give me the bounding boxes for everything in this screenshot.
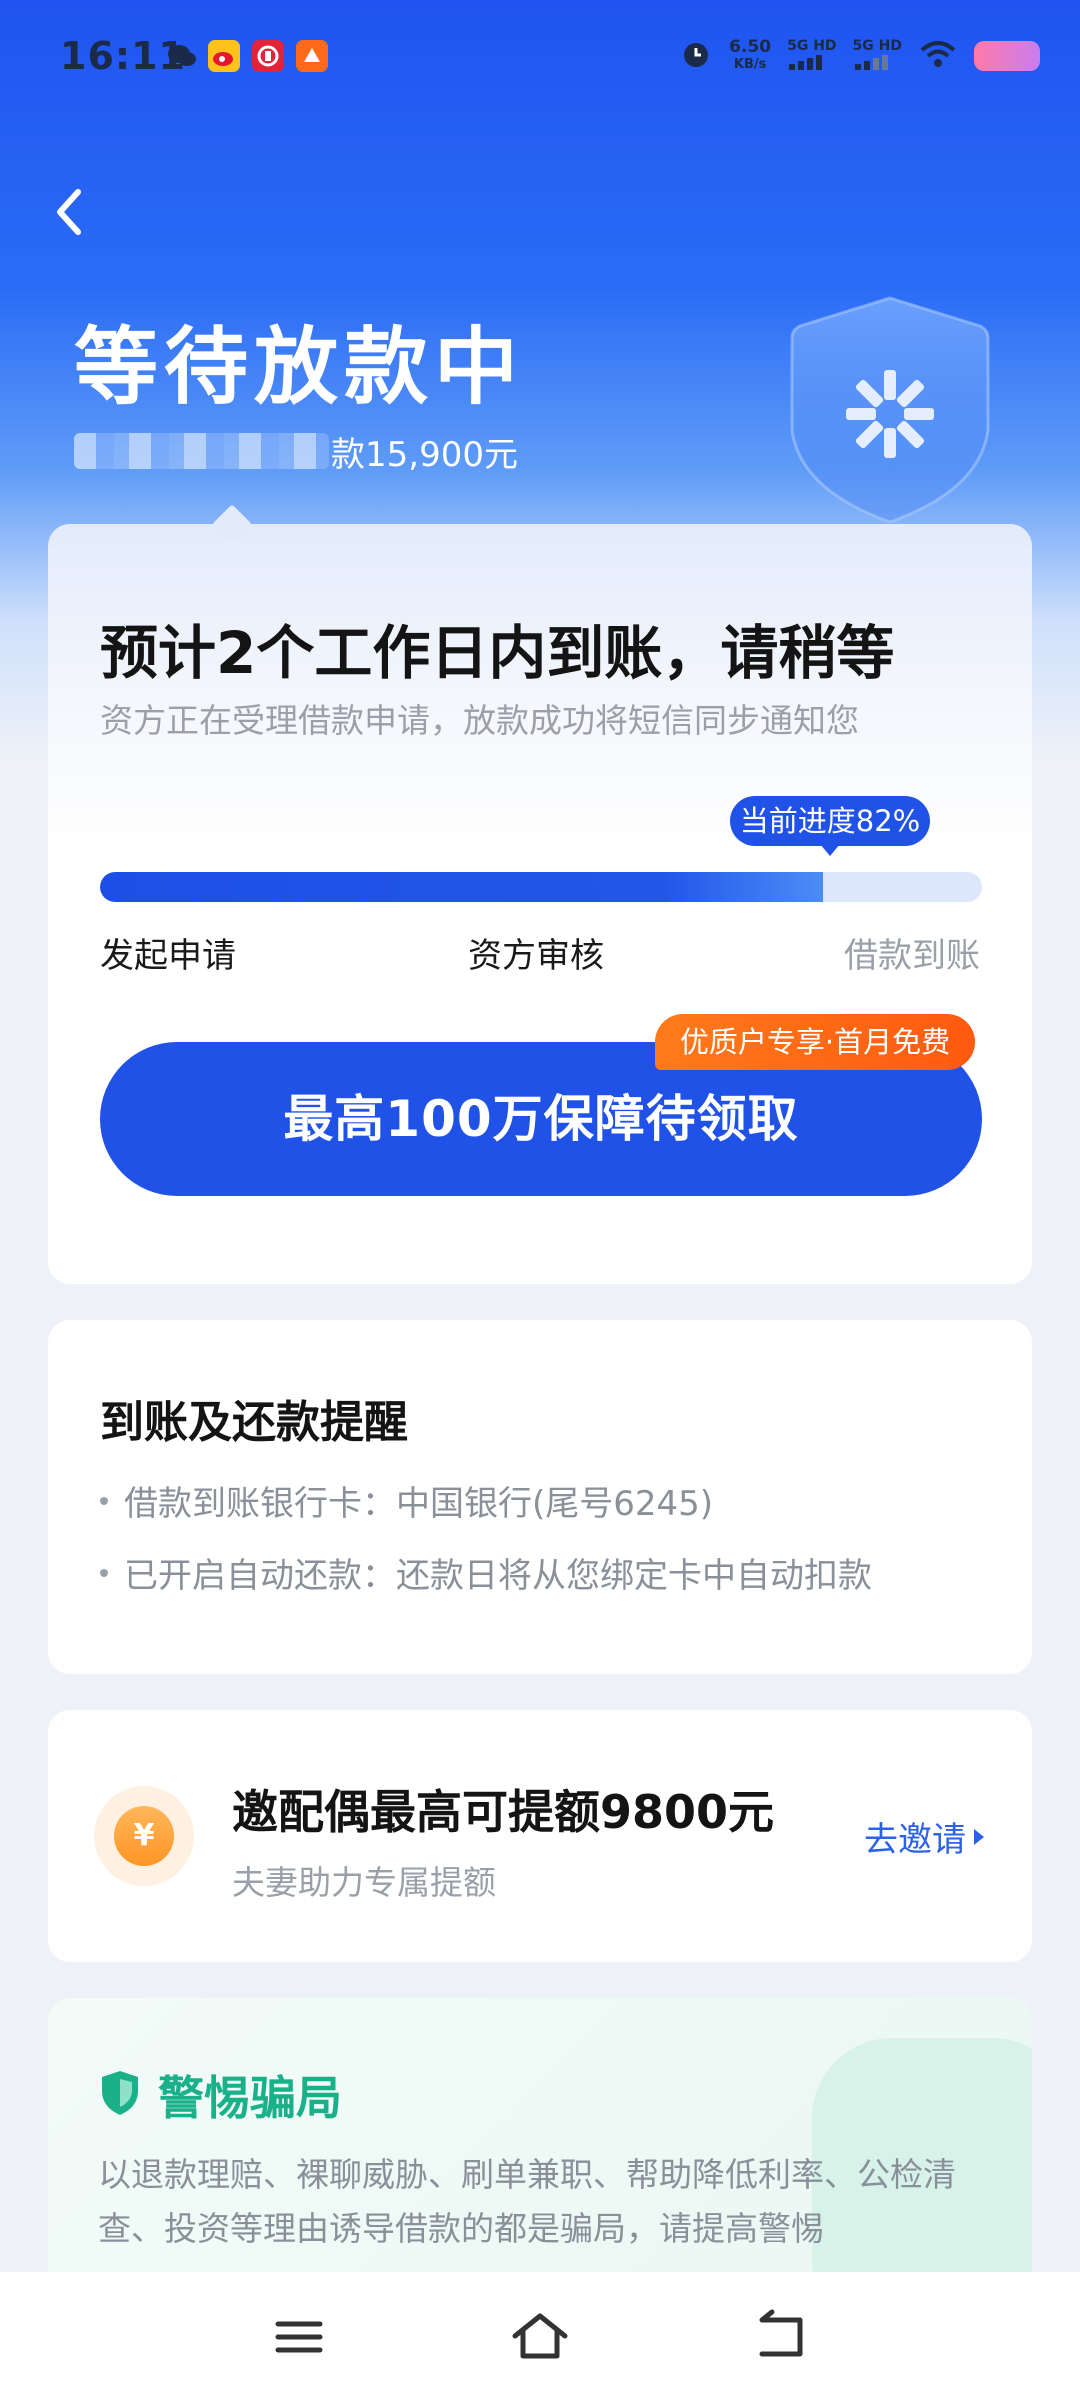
- menu-icon: [275, 2321, 323, 2353]
- home-icon: [512, 2313, 568, 2359]
- status-icons: 6.50 KB/s 5G HD 5G HD: [679, 36, 1040, 76]
- alarm-icon: [679, 37, 713, 75]
- recent-apps-button[interactable]: [264, 2302, 334, 2372]
- wifi-icon: [918, 38, 958, 74]
- reminder-auto-repay: 已开启自动还款：还款日将从您绑定卡中自动扣款: [100, 1548, 872, 1597]
- status-bar: 16:11 6.50 KB/s 5G HD 5G HD: [0, 0, 1080, 110]
- progress-track: [100, 872, 982, 902]
- shield-check-icon: [98, 2069, 142, 2121]
- return-icon: [759, 2309, 803, 2357]
- triangle-right-icon: [974, 1828, 984, 1845]
- eta-subtitle: 资方正在受理借款申请，放款成功将短信同步通知您: [100, 701, 859, 740]
- back-nav-button[interactable]: [746, 2302, 816, 2372]
- progress-badge: 当前进度82%: [730, 796, 930, 856]
- invite-subtitle: 夫妻助力专属提额: [232, 1863, 496, 1902]
- sim1-signal: 5G HD: [787, 38, 837, 74]
- weibo-icon: [208, 40, 240, 72]
- sim2-signal: 5G HD: [853, 38, 902, 74]
- loan-status-card: 预计2个工作日内到账，请稍等 资方正在受理借款申请，放款成功将短信同步通知您 当…: [48, 504, 1032, 1284]
- page-title: 等待放款中: [74, 318, 525, 416]
- invite-title: 邀配偶最高可提额9800元: [232, 1785, 775, 1839]
- invite-link-label: 去邀请: [864, 1820, 966, 1860]
- reminder-card: 到账及还款提醒 借款到账银行卡：中国银行(尾号6245) 已开启自动还款：还款日…: [48, 1320, 1032, 1674]
- progress-fill: [100, 872, 824, 902]
- step-review: 资方审核: [468, 936, 604, 976]
- eta-title: 预计2个工作日内到账，请稍等: [100, 619, 895, 687]
- step-apply: 发起申请: [100, 936, 236, 976]
- shopping-app-icon: [296, 40, 328, 72]
- invite-link[interactable]: 去邀请: [864, 1812, 984, 1861]
- step-disbursed: 借款到账: [844, 936, 980, 976]
- network-speed: 6.50 KB/s: [729, 37, 772, 72]
- reminder-bank-card: 借款到账银行卡：中国银行(尾号6245): [100, 1476, 713, 1525]
- bank-app-icon: [252, 40, 284, 72]
- shield-logo-icon: [780, 290, 1000, 530]
- home-button[interactable]: [505, 2302, 575, 2372]
- system-nav-bar: [0, 2272, 1080, 2400]
- fraud-text: 以退款理赔、裸聊威胁、刷单兼职、帮助降低利率、公检清查、投资等理由诱导借款的都是…: [98, 2155, 956, 2248]
- fraud-header: 警惕骗局: [98, 2062, 342, 2128]
- coin-symbol: ¥: [114, 1806, 174, 1866]
- fraud-title: 警惕骗局: [158, 2071, 342, 2125]
- loan-amount: 款15,900元: [331, 434, 518, 475]
- masked-text: [74, 433, 329, 469]
- back-button[interactable]: [48, 180, 92, 244]
- invite-spouse-card[interactable]: ¥ 邀配偶最高可提额9800元 夫妻助力专属提额 去邀请: [48, 1710, 1032, 1962]
- loan-amount-line: 款15,900元: [74, 428, 518, 475]
- battery-icon: [974, 41, 1040, 71]
- coin-icon: ¥: [94, 1786, 194, 1886]
- wechat-icon: [166, 40, 198, 72]
- chevron-left-icon: [57, 189, 81, 235]
- reminder-title: 到账及还款提醒: [100, 1397, 408, 1448]
- promo-badge: 优质户专享·首月免费: [655, 1014, 975, 1070]
